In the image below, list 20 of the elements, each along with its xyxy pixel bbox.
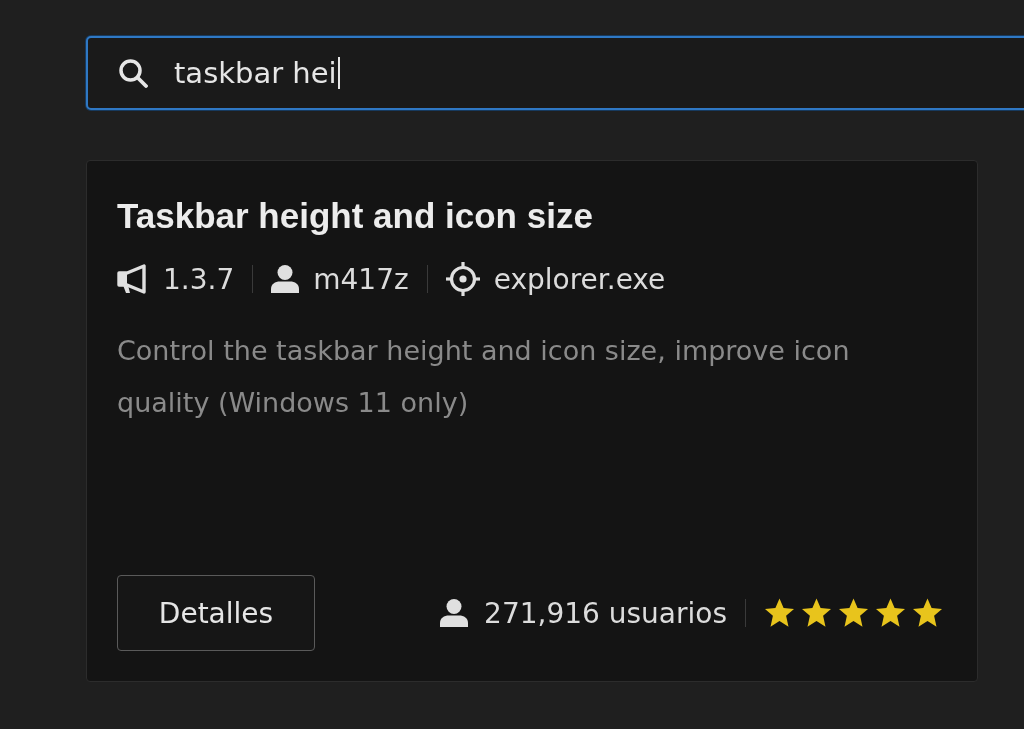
process-text: explorer.exe [493, 262, 666, 296]
megaphone-icon [117, 264, 149, 294]
crosshair-icon [445, 262, 480, 296]
user-icon [440, 599, 469, 627]
star-icon [912, 598, 943, 628]
users-count: 271,916 usuarios [484, 596, 727, 630]
star-icon [875, 598, 906, 628]
mod-title: Taskbar height and icon size [117, 195, 593, 237]
search-field[interactable]: taskbar hei [86, 36, 1024, 110]
text-caret [337, 57, 340, 89]
search-input-text: taskbar hei [174, 56, 337, 90]
details-button[interactable]: Detalles [117, 575, 315, 651]
version-text: 1.3.7 [163, 262, 235, 296]
star-icon [801, 598, 832, 628]
star-icon [838, 598, 869, 628]
search-icon [118, 58, 148, 88]
user-icon [271, 265, 300, 293]
mod-description: Control the taskbar height and icon size, improve icon quality (Windows 11 only) [117, 334, 851, 420]
author-text: m417z [313, 262, 409, 296]
star-icon [764, 598, 795, 628]
